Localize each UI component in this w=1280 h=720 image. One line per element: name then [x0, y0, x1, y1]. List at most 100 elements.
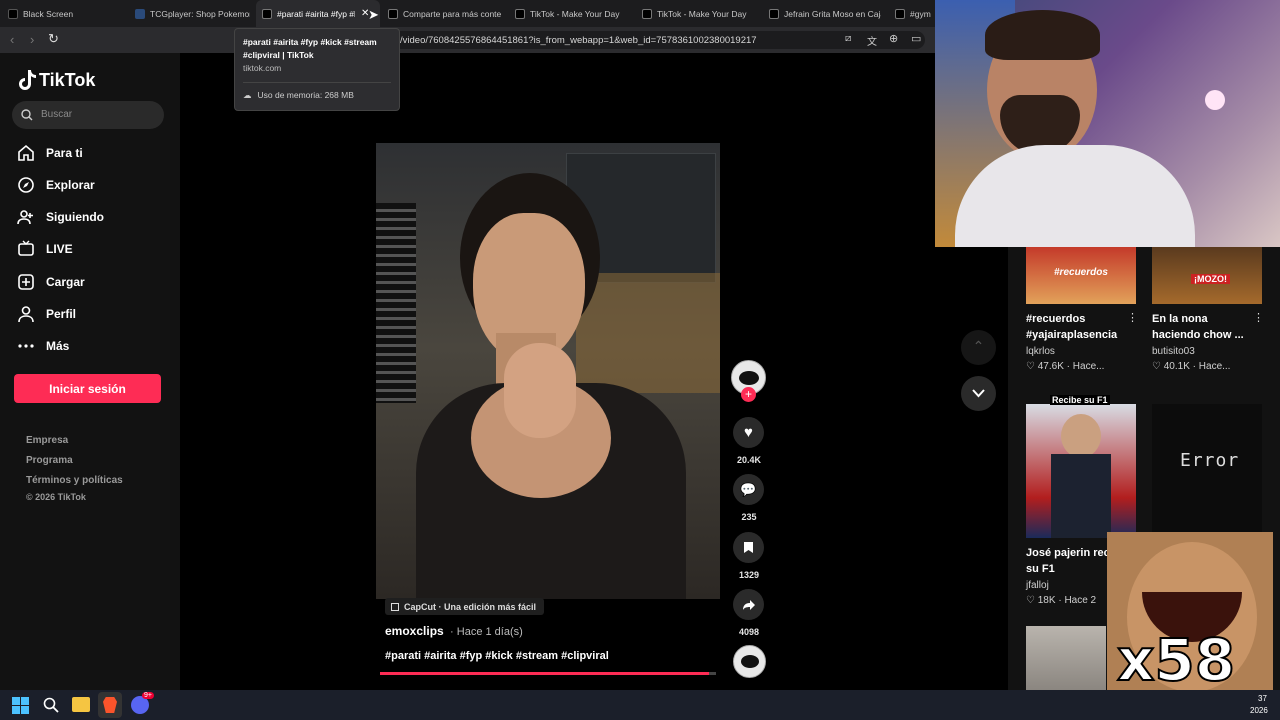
recommended-title-3-line2[interactable]: su F1: [1026, 561, 1055, 577]
discord-badge: 9+: [142, 692, 154, 699]
like-button[interactable]: ♥: [733, 417, 764, 448]
recommended-thumb-4[interactable]: Error: [1152, 404, 1262, 538]
blinds-shape: [376, 203, 416, 403]
address-bar-url[interactable]: /video/7608425576864451861?is_from_webap…: [400, 35, 757, 46]
video-player[interactable]: [376, 143, 720, 599]
sidebar-item-live[interactable]: LIVE: [17, 240, 73, 258]
recommended-user-2[interactable]: butisito03: [1152, 346, 1195, 357]
thumb-3-text: Recibe su F1: [1050, 395, 1110, 405]
tiktok-favicon-icon: [262, 8, 272, 19]
brave-browser-icon: [103, 697, 117, 713]
sound-avatar-face-shape: [741, 655, 759, 668]
sidebar-item-mas[interactable]: Más: [17, 337, 69, 355]
save-button[interactable]: [733, 532, 764, 563]
tab-jefrain[interactable]: Jefrain Grita Moso en Caja: [769, 0, 881, 27]
live-icon: [18, 240, 34, 256]
reload-icon[interactable]: ↻: [48, 31, 59, 47]
tiktok-logo[interactable]: TikTok: [17, 69, 95, 91]
forward-icon[interactable]: ›: [30, 32, 34, 47]
video-progress-track[interactable]: [380, 672, 716, 675]
tab-tiktok-1[interactable]: TikTok - Make Your Day: [515, 0, 630, 27]
search-input[interactable]: Buscar: [12, 101, 164, 129]
tab-black-screen[interactable]: Black Screen: [8, 0, 128, 27]
more-icon: [18, 344, 34, 348]
sidebar-item-cargar[interactable]: Cargar: [17, 273, 85, 291]
recommended-title-1[interactable]: #recuerdos #yajairaplasencia: [1026, 311, 1136, 343]
browser-tab-strip: Black Screen TCGplayer: Shop Pokemon #pa…: [0, 0, 935, 27]
recommended-user-1[interactable]: lqkrlos: [1026, 346, 1055, 357]
tiktok-favicon-icon: [769, 8, 779, 19]
taskbar-clock[interactable]: 37: [1258, 694, 1267, 703]
tiktok-favicon-icon: [895, 8, 905, 19]
mouse-cursor-icon: ➤: [368, 7, 379, 22]
chevron-down-icon: [972, 389, 985, 398]
recommended-thumb-3[interactable]: [1026, 404, 1136, 538]
login-button[interactable]: Iniciar sesión: [14, 374, 161, 403]
tab-comparte[interactable]: Comparte para más conte: [388, 0, 503, 27]
tab-tcgplayer[interactable]: TCGplayer: Shop Pokemon: [135, 0, 250, 27]
taskbar-date[interactable]: 2026: [1250, 706, 1268, 715]
sidebar-item-perfil[interactable]: Perfil: [17, 305, 76, 323]
comment-button[interactable]: 💬: [733, 474, 764, 505]
file-explorer-icon[interactable]: [72, 697, 90, 712]
profile-icon: [18, 306, 34, 323]
recommended-thumb-2[interactable]: ¡MOZO!: [1152, 247, 1262, 304]
tiktok-favicon-icon: [642, 8, 652, 19]
next-video-button[interactable]: [961, 376, 996, 411]
reader-icon[interactable]: ⧄: [845, 33, 851, 44]
taskbar-active-app[interactable]: [98, 692, 122, 718]
capcut-icon: [391, 602, 399, 611]
memory-icon: ☁: [243, 90, 252, 100]
thumb-4-text: Error: [1180, 450, 1240, 471]
prev-video-button[interactable]: ⌃: [961, 330, 996, 365]
sidebar-item-explorar[interactable]: Explorar: [17, 176, 95, 194]
recommended-meta-2: ♡ 40.1K · Hace...: [1152, 361, 1231, 372]
cast-icon[interactable]: ▭: [911, 32, 921, 45]
search-icon[interactable]: [43, 697, 59, 713]
recommended-title-2[interactable]: En la nona haciendo chow ...: [1152, 311, 1257, 343]
video-progress-fill: [380, 672, 710, 675]
tiktok-favicon-icon: [388, 8, 398, 19]
tab-favicon-icon: [8, 8, 18, 19]
share-button[interactable]: [733, 589, 764, 620]
video-caption[interactable]: #parati #airita #fyp #kick #stream #clip…: [385, 650, 609, 662]
home-icon: [18, 144, 34, 161]
emote-multiplier: x58: [1116, 625, 1236, 695]
sound-avatar[interactable]: [733, 645, 766, 678]
thumb-2-text: ¡MOZO!: [1191, 274, 1230, 284]
footer-link-empresa[interactable]: Empresa: [26, 435, 68, 446]
more-options-icon[interactable]: ⋮: [1127, 311, 1138, 324]
tiktok-favicon-icon: [515, 8, 525, 19]
save-count: 1329: [738, 570, 760, 580]
tab-hover-tooltip: #parati #airita #fyp #kick #stream #clip…: [234, 28, 400, 111]
capcut-badge[interactable]: CapCut · Una edición más fácil: [385, 598, 545, 615]
tiktok-logo-icon: [19, 70, 36, 90]
video-author[interactable]: emoxclips: [385, 624, 444, 638]
tab-gym[interactable]: #gym: [895, 0, 935, 27]
footer-link-programa[interactable]: Programa: [26, 455, 73, 466]
recommended-thumb-5[interactable]: [1026, 626, 1106, 690]
heart-outline-icon: ♡: [1026, 595, 1035, 606]
follow-plus-icon[interactable]: +: [741, 387, 756, 402]
tab-tiktok-2[interactable]: TikTok - Make Your Day: [642, 0, 757, 27]
tooltip-memory: Uso de memoria: 268 MB: [257, 90, 354, 100]
video-author-line: emoxclips · Hace 1 día(s): [385, 624, 523, 638]
comment-icon: 💬: [740, 481, 757, 497]
tab-active-tiktok[interactable]: #parati #airita #fyp #k ✕: [256, 0, 380, 27]
translate-icon[interactable]: 文: [867, 33, 877, 48]
heart-outline-icon: ♡: [1026, 361, 1035, 372]
windows-start-icon[interactable]: [12, 697, 29, 714]
zoom-icon[interactable]: ⊕: [889, 32, 898, 45]
sidebar-item-para-ti[interactable]: Para ti: [17, 144, 83, 162]
comment-count: 235: [741, 512, 757, 522]
webcam-overlay: [935, 0, 1280, 247]
back-icon[interactable]: ‹: [10, 32, 14, 47]
recommended-title-3[interactable]: José pajerin rec: [1026, 545, 1110, 561]
footer-link-terminos[interactable]: Términos y políticas: [26, 475, 123, 486]
more-options-icon[interactable]: ⋮: [1253, 311, 1264, 324]
heart-icon: ♥: [744, 424, 753, 441]
recommended-thumb-1[interactable]: #recuerdos: [1026, 247, 1136, 304]
like-count: 20.4K: [736, 455, 762, 465]
sidebar-item-siguiendo[interactable]: Siguiendo: [17, 208, 104, 226]
recommended-user-3[interactable]: jfalloj: [1026, 580, 1049, 591]
